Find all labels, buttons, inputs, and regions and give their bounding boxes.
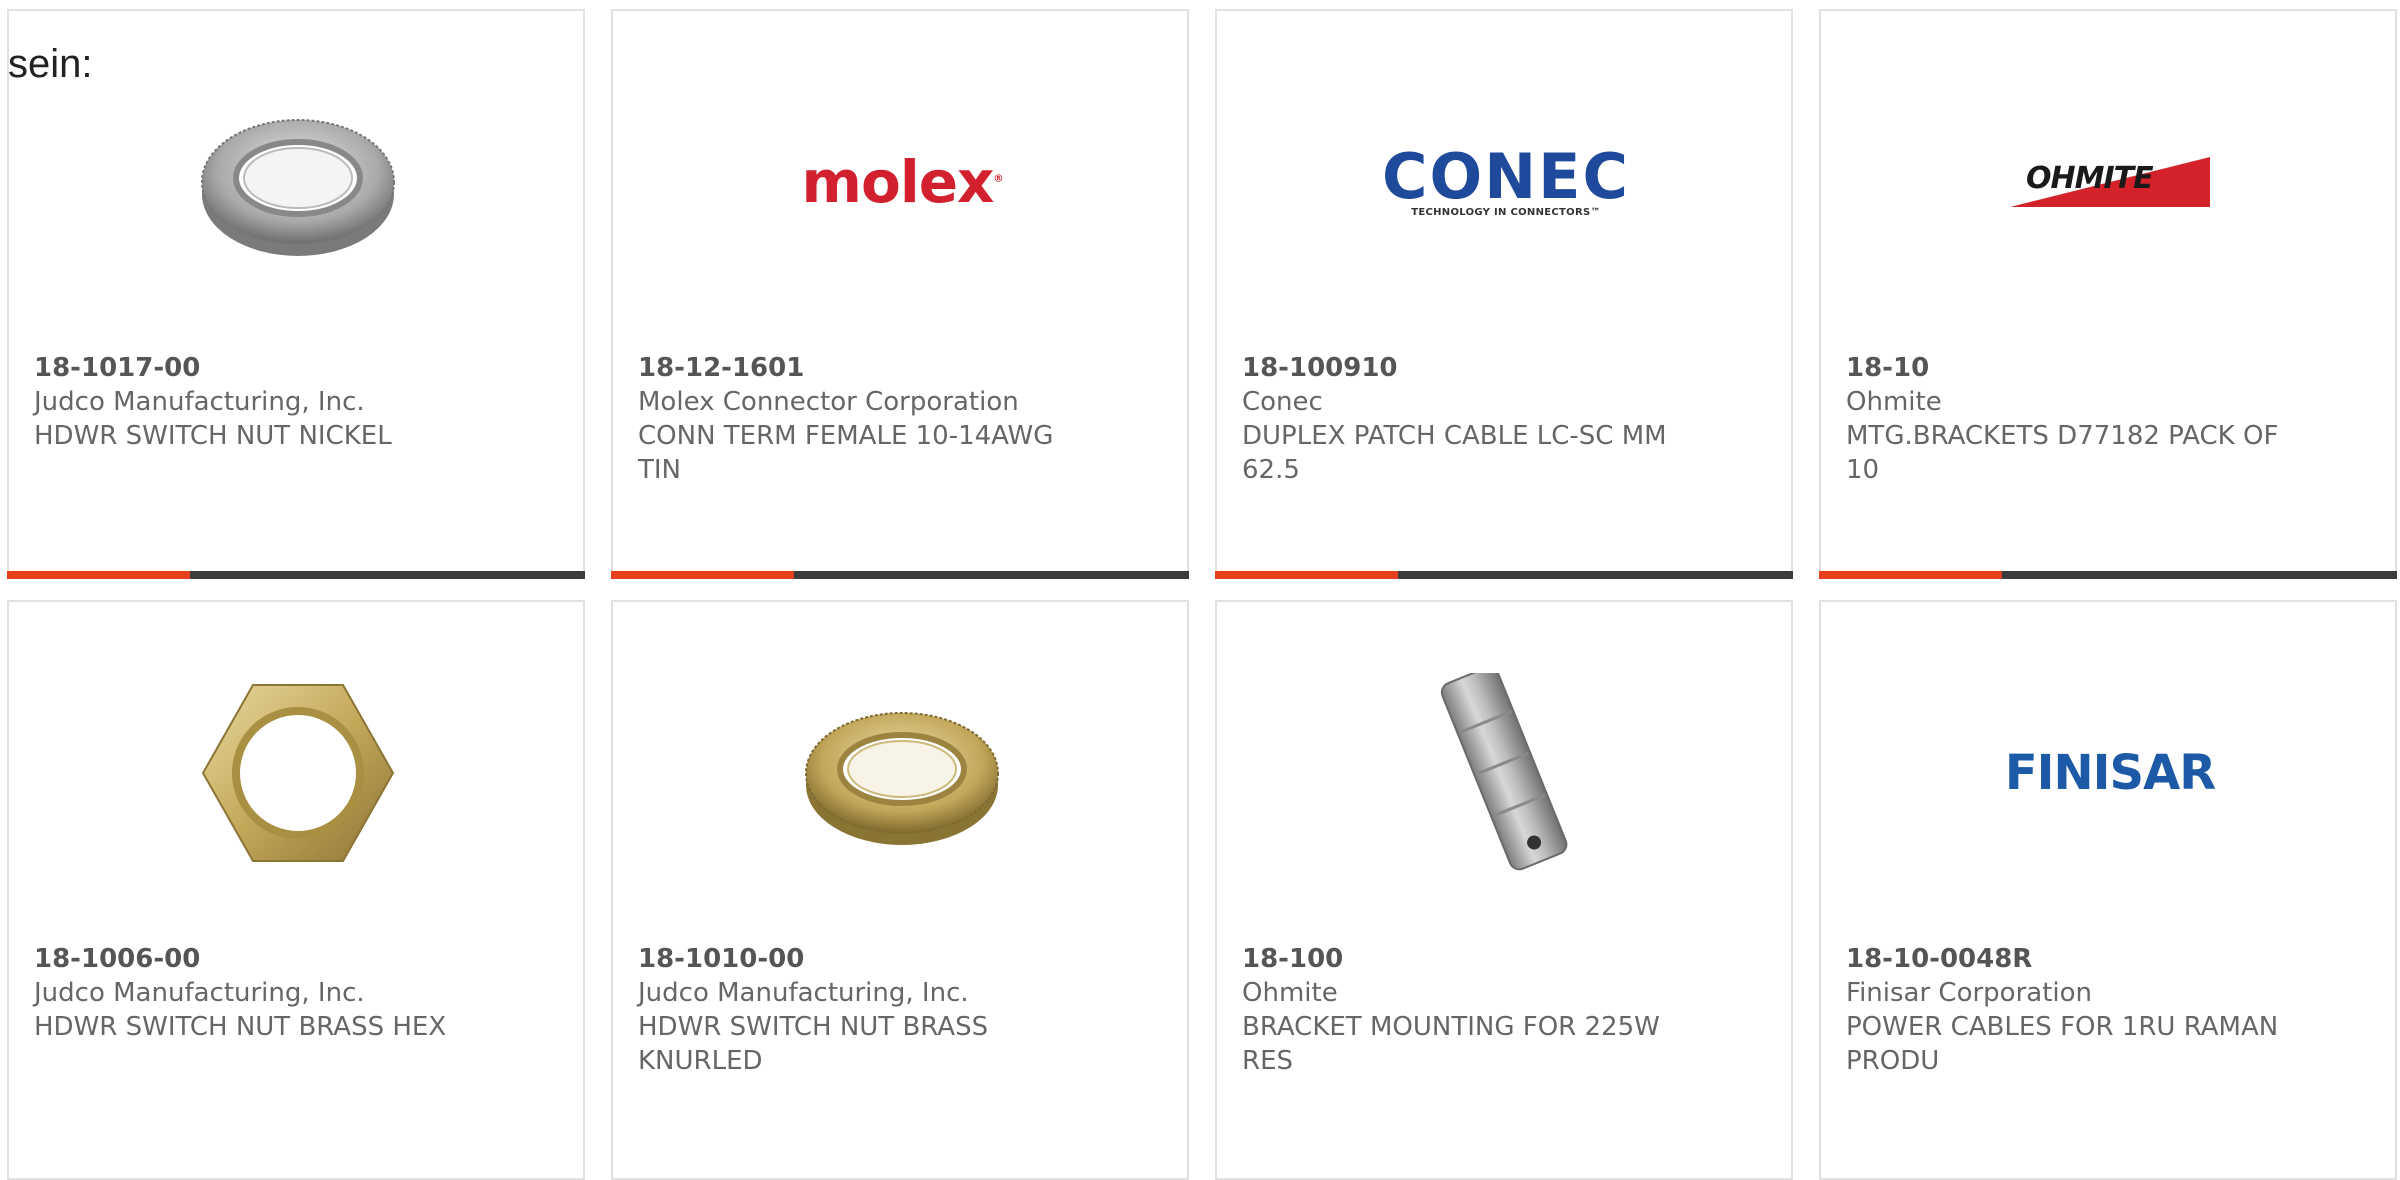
- finisar-logo[interactable]: FINISAR: [2005, 673, 2216, 873]
- description-line-1: POWER CABLES FOR 1RU RAMAN: [1846, 1012, 2279, 1042]
- card-bottom-bar: [7, 571, 585, 579]
- manufacturer: Ohmite: [1846, 387, 1942, 417]
- product-card[interactable]: 18-100 Ohmite BRACKET MOUNTING FOR 225W …: [1215, 600, 1793, 1180]
- knurled-nut-nickel-icon[interactable]: [198, 82, 398, 282]
- product-card[interactable]: CONEC TECHNOLOGY IN CONNECTORS™ 18-10091…: [1215, 9, 1793, 579]
- manufacturer: Judco Manufacturing, Inc.: [638, 978, 969, 1008]
- product-card[interactable]: FINISAR 18-10-0048R Finisar Corporation …: [1819, 600, 2397, 1180]
- ohmite-logo[interactable]: OHMITE: [2010, 82, 2210, 282]
- part-number[interactable]: 18-100: [1242, 942, 1702, 976]
- description-line-2: RES: [1242, 1046, 1293, 1076]
- mounting-bracket-icon[interactable]: [1406, 673, 1606, 873]
- conec-logo[interactable]: CONEC TECHNOLOGY IN CONNECTORS™: [1382, 82, 1628, 282]
- ohmite-logo-text: OHMITE: [2026, 161, 2154, 196]
- description-line-2: TIN: [638, 455, 681, 485]
- part-number[interactable]: 18-1010-00: [638, 942, 1098, 976]
- manufacturer: Molex Connector Corporation: [638, 387, 1019, 417]
- description-line-1: DUPLEX PATCH CABLE LC-SC MM: [1242, 421, 1667, 451]
- part-number[interactable]: 18-100910: [1242, 351, 1702, 385]
- manufacturer: Judco Manufacturing, Inc.: [34, 978, 365, 1008]
- page-label: sein:: [8, 42, 93, 86]
- product-card[interactable]: 18-1010-00 Judco Manufacturing, Inc. HDW…: [611, 600, 1189, 1180]
- molex-logo-text: molex: [801, 148, 995, 216]
- description-line-1: HDWR SWITCH NUT BRASS: [638, 1012, 989, 1042]
- knurled-nut-brass-icon[interactable]: [802, 673, 1002, 873]
- description-line-2: KNURLED: [638, 1046, 763, 1076]
- description-line-2: 10: [1846, 455, 1880, 485]
- card-bottom-bar: [611, 571, 1189, 579]
- part-number[interactable]: 18-10: [1846, 351, 2306, 385]
- product-card[interactable]: 18-1006-00 Judco Manufacturing, Inc. HDW…: [7, 600, 585, 1180]
- description-line-1: CONN TERM FEMALE 10-14AWG: [638, 421, 1054, 451]
- manufacturer: Ohmite: [1242, 978, 1338, 1008]
- card-bar-accent: [1819, 571, 2002, 579]
- description-line-1: BRACKET MOUNTING FOR 225W: [1242, 1012, 1660, 1042]
- manufacturer: Finisar Corporation: [1846, 978, 2093, 1008]
- conec-logo-subtext: TECHNOLOGY IN CONNECTORS™: [1411, 206, 1601, 218]
- conec-logo-text: CONEC: [1382, 139, 1630, 213]
- product-card[interactable]: 18-1017-00 Judco Manufacturing, Inc. HDW…: [7, 9, 585, 579]
- card-bottom-bar: [1215, 571, 1793, 579]
- card-bottom-bar: [1819, 571, 2397, 579]
- part-number[interactable]: 18-12-1601: [638, 351, 1098, 385]
- description-line-2: 62.5: [1242, 455, 1300, 485]
- manufacturer: Conec: [1242, 387, 1323, 417]
- description-line-1: HDWR SWITCH NUT BRASS HEX: [34, 1012, 447, 1042]
- product-card[interactable]: molex® 18-12-1601 Molex Connector Corpor…: [611, 9, 1189, 579]
- hex-nut-brass-icon[interactable]: [198, 673, 398, 873]
- molex-logo[interactable]: molex®: [801, 82, 1004, 282]
- card-bar-accent: [7, 571, 190, 579]
- finisar-logo-text: FINISAR: [2004, 745, 2216, 801]
- part-number[interactable]: 18-1006-00: [34, 942, 494, 976]
- description-line-2: PRODU: [1846, 1046, 1940, 1076]
- manufacturer: Judco Manufacturing, Inc.: [34, 387, 365, 417]
- part-number[interactable]: 18-1017-00: [34, 351, 494, 385]
- description-line-1: HDWR SWITCH NUT NICKEL: [34, 421, 392, 451]
- card-bar-accent: [1215, 571, 1398, 579]
- part-number[interactable]: 18-10-0048R: [1846, 942, 2306, 976]
- card-bar-accent: [611, 571, 794, 579]
- description-line-1: MTG.BRACKETS D77182 PACK OF: [1846, 421, 2279, 451]
- product-card[interactable]: OHMITE 18-10 Ohmite MTG.BRACKETS D77182 …: [1819, 9, 2397, 579]
